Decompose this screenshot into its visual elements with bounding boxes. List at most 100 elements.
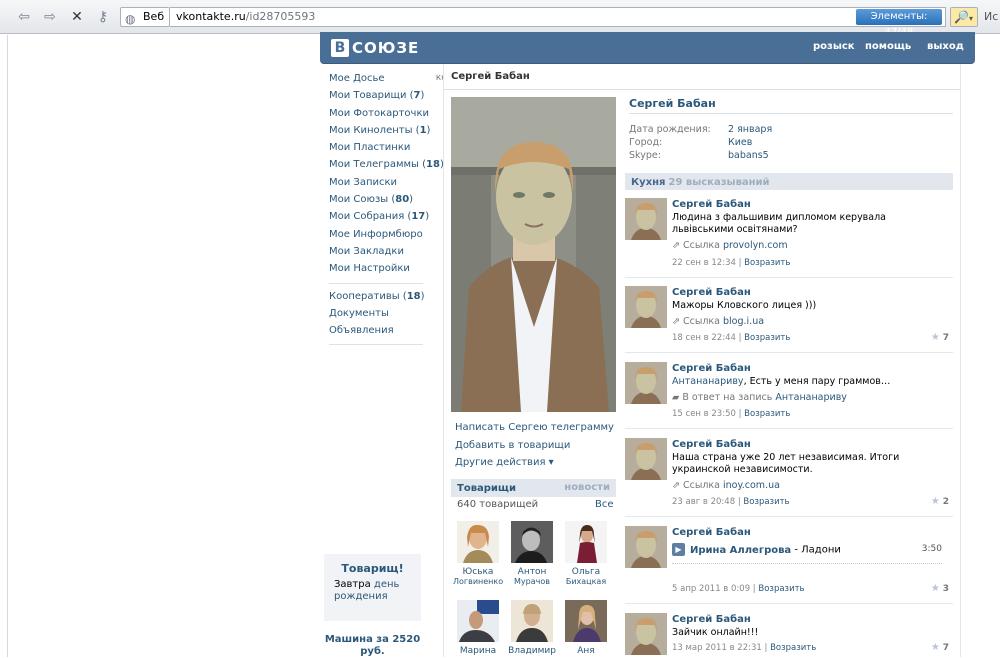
friend-item[interactable]: Юська Логвиненко bbox=[453, 521, 503, 587]
post-link-url[interactable]: provolyn.com bbox=[723, 240, 788, 251]
back-icon[interactable]: ⇦ bbox=[14, 8, 34, 26]
menu-item-photos[interactable]: Мои Фотокарточки bbox=[329, 105, 439, 122]
post-avatar[interactable] bbox=[625, 198, 667, 240]
add-friend-link[interactable]: Добавить в товарищи bbox=[455, 440, 570, 451]
menu-item-news[interactable]: Мое Информбюро bbox=[329, 226, 439, 243]
search-engine-button[interactable]: 🔎▾ bbox=[950, 7, 978, 27]
friend-avatar bbox=[511, 521, 553, 563]
friend-item[interactable]: Владимир bbox=[507, 600, 557, 656]
menu-item-videos[interactable]: Мои Киноленты (1) bbox=[329, 122, 439, 139]
post-author[interactable]: Сергей Бабан bbox=[672, 527, 751, 538]
post-link-url[interactable]: inoy.com.ua bbox=[723, 480, 780, 491]
reply-link[interactable]: Возразить bbox=[743, 497, 789, 507]
audio-title: - Ладони bbox=[791, 544, 841, 556]
menu-item-ads[interactable]: Объявления bbox=[329, 322, 439, 339]
friends-title[interactable]: Товарищи bbox=[457, 483, 516, 494]
menu-item-groups[interactable]: Мои Союзы (80) bbox=[329, 191, 439, 208]
friend-item[interactable]: Аня bbox=[561, 600, 611, 656]
mention-link[interactable]: Антананариву bbox=[672, 376, 744, 387]
skype-value[interactable]: babans5 bbox=[728, 149, 769, 162]
like-button[interactable]: ★ 7 bbox=[931, 642, 949, 653]
post-divider bbox=[625, 277, 953, 278]
menu-item-events[interactable]: Мои Собрания (17) bbox=[329, 208, 439, 225]
friend-last-name: Логвиненко bbox=[453, 577, 504, 586]
key-icon[interactable]: ⚷ bbox=[93, 8, 113, 26]
menu-item-friends[interactable]: Мои Товарищи (7) bbox=[329, 87, 439, 104]
reply-link[interactable]: Возразить bbox=[744, 409, 790, 419]
search-input[interactable]: Ис bbox=[984, 10, 998, 23]
forward-icon[interactable]: ⇨ bbox=[40, 8, 60, 26]
post-divider bbox=[625, 428, 953, 429]
menu-item-audio[interactable]: Мои Пластинки bbox=[329, 139, 439, 156]
wall-header[interactable]: Кухня 29 высказываний bbox=[625, 173, 953, 190]
stop-icon[interactable]: ✕ bbox=[67, 8, 87, 26]
menu-item-apps[interactable]: Кооперативы (18) bbox=[329, 288, 439, 305]
friend-item[interactable]: Марина bbox=[453, 600, 503, 656]
friend-item[interactable]: Антон Мурачов bbox=[507, 521, 557, 587]
friend-first-name: Ольга bbox=[571, 567, 601, 577]
reply-ref-link[interactable]: Антананариву bbox=[775, 392, 847, 403]
play-icon[interactable]: ▶ bbox=[672, 543, 685, 556]
post-author[interactable]: Сергей Бабан bbox=[672, 439, 751, 450]
reply-link[interactable]: Возразить bbox=[758, 584, 804, 594]
post-text: Антананариву, Есть у меня пару граммов… bbox=[672, 376, 891, 387]
audio-artist[interactable]: Ирина Аллегрова bbox=[690, 545, 791, 556]
post-avatar[interactable] bbox=[625, 438, 667, 480]
friends-news-link[interactable]: новости bbox=[564, 479, 610, 497]
post-avatar[interactable] bbox=[625, 526, 667, 568]
browser-toolbar: ⇦ ⇨ ✕ ⚷ ◍ Веб vkontakte.ru/id28705593 Эл… bbox=[0, 0, 1000, 38]
profile-info: Сергей Бабан Дата рождения: 2 января Горо… bbox=[629, 97, 953, 162]
post-author[interactable]: Сергей Бабан bbox=[672, 363, 751, 374]
city-value[interactable]: Киев bbox=[728, 136, 752, 149]
post-meta: 15 сен в 23:50 | Возразить bbox=[672, 409, 791, 419]
menu-item-bookmarks[interactable]: Мои Закладки bbox=[329, 243, 439, 260]
menu-item-settings[interactable]: Мои Настройки bbox=[329, 260, 439, 277]
post-author[interactable]: Сергей Бабан bbox=[672, 287, 751, 298]
birthday-value[interactable]: 2 января bbox=[728, 123, 772, 136]
post-author[interactable]: Сергей Бабан bbox=[672, 199, 751, 210]
post-avatar[interactable] bbox=[625, 362, 667, 404]
ad-title[interactable]: Машина за 2520 руб. bbox=[324, 634, 421, 658]
post-text: Наша страна уже 20 лет независимая. Итог… bbox=[672, 452, 900, 475]
like-button[interactable]: ★ 2 bbox=[931, 496, 949, 507]
menu-item-notes[interactable]: Мои Записки bbox=[329, 174, 439, 191]
post-avatar[interactable] bbox=[625, 286, 667, 328]
elements-button[interactable]: Элементы: 47/48 bbox=[856, 9, 942, 38]
menu-item-documents[interactable]: Документы bbox=[329, 305, 439, 322]
wall-post: Сергей Бабан Людина з фальшивим дипломом… bbox=[625, 198, 953, 274]
address-bar[interactable]: vkontakte.ru/id28705593 Элементы: 47/48 bbox=[170, 7, 946, 38]
nav-help-link[interactable]: помощь bbox=[865, 41, 911, 52]
reply-link[interactable]: Возразить bbox=[744, 258, 790, 268]
post-avatar[interactable] bbox=[625, 613, 667, 655]
menu-item-messages[interactable]: Мои Телеграммы (18) bbox=[329, 156, 444, 173]
left-sidebar: Мое Досьекорр. Мои Товарищи (7) Мои Фото… bbox=[321, 64, 461, 658]
audio-progress-line bbox=[672, 563, 942, 564]
birthday-reminder[interactable]: Товарищ! Завтра день рождения bbox=[324, 554, 421, 621]
search-mode-label: Веб bbox=[143, 10, 165, 23]
friend-avatar bbox=[457, 521, 499, 563]
reply-link[interactable]: Возразить bbox=[744, 333, 790, 343]
like-button[interactable]: ★ 3 bbox=[931, 583, 949, 594]
friend-avatar bbox=[457, 600, 499, 642]
search-engine-icon: 🔎 bbox=[954, 10, 969, 24]
star-icon: ★ bbox=[930, 332, 940, 343]
nav-logout-link[interactable]: выход bbox=[927, 41, 964, 52]
post-author[interactable]: Сергей Бабан bbox=[672, 614, 751, 625]
send-message-link[interactable]: Написать Сергею телеграмму bbox=[455, 422, 614, 433]
menu-item-dossier[interactable]: Мое Досьекорр. bbox=[329, 70, 461, 87]
reply-link[interactable]: Возразить bbox=[770, 643, 816, 653]
friends-all-link[interactable]: Все bbox=[595, 499, 614, 510]
friend-first-name: Марина bbox=[459, 646, 497, 656]
post-text: Зайчик онлайн!!! bbox=[672, 627, 759, 638]
audio-track: ▶ Ирина Аллегрова - Ладони 3:50 bbox=[672, 543, 942, 564]
search-mode-button[interactable]: ◍ Веб bbox=[120, 7, 170, 27]
more-actions-link[interactable]: Другие действия ▾ bbox=[455, 457, 554, 468]
like-button[interactable]: ★ 7 bbox=[931, 332, 949, 343]
friends-header: Товарищи новости bbox=[451, 479, 616, 497]
friend-first-name: Аня bbox=[577, 646, 595, 656]
site-logo[interactable]: В СОЮЗЕ bbox=[331, 38, 419, 58]
profile-photo[interactable] bbox=[451, 97, 616, 412]
friend-item[interactable]: Ольга Бихацкая bbox=[561, 521, 611, 587]
nav-search-link[interactable]: розыск bbox=[813, 41, 855, 52]
post-link-url[interactable]: blog.i.ua bbox=[723, 316, 764, 327]
